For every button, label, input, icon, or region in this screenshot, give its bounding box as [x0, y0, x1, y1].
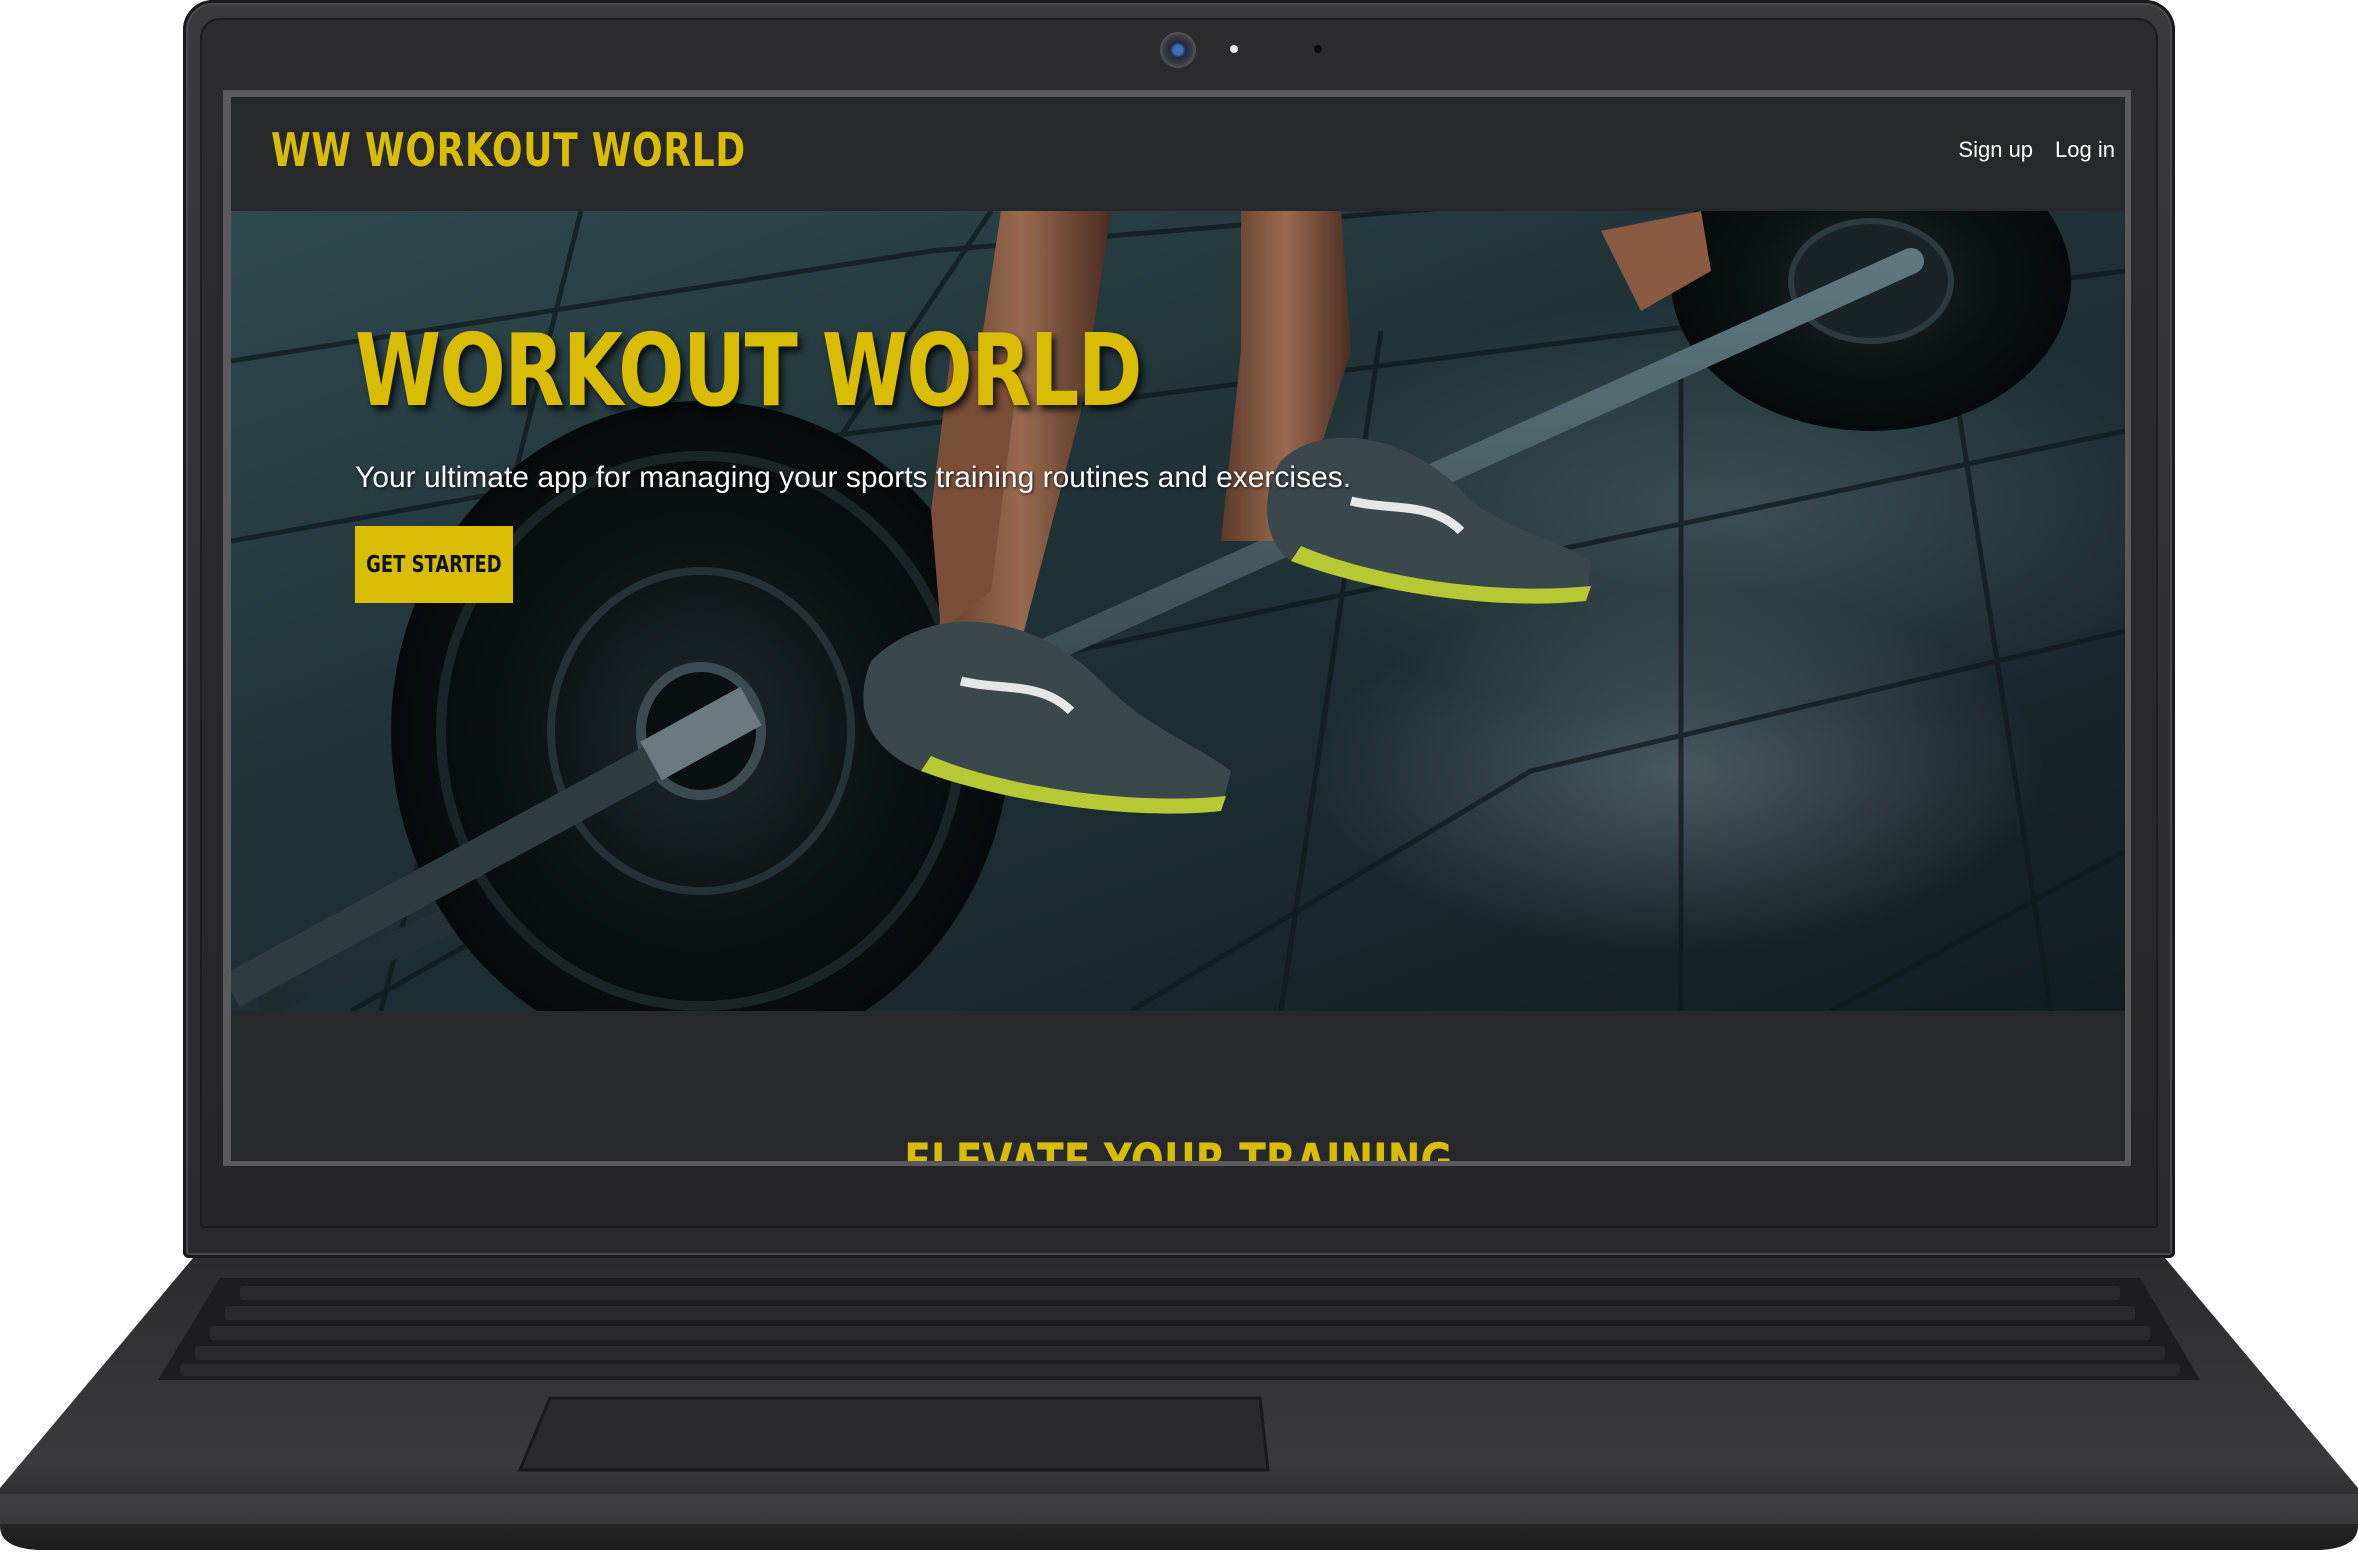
- section-heading: ELEVATE YOUR TRAINING: [231, 1137, 2125, 1161]
- hero-title: WORKOUT WORLD: [355, 312, 1142, 429]
- section-heading-text: ELEVATE YOUR TRAINING: [904, 1137, 1452, 1161]
- get-started-button[interactable]: GET STARTED: [355, 526, 513, 603]
- sensor-dot: [1314, 45, 1322, 53]
- nav-links: Sign up Log in: [1958, 137, 2115, 163]
- laptop-screen: WW WORKOUT WORLD Sign up Log in WORKOUT …: [231, 97, 2125, 1161]
- brand-logo[interactable]: WW WORKOUT WORLD: [271, 123, 746, 177]
- features-section: ELEVATE YOUR TRAINING: [231, 1011, 2125, 1161]
- signup-link[interactable]: Sign up: [1958, 137, 2033, 163]
- hero-section: WORKOUT WORLD Your ultimate app for mana…: [231, 211, 2125, 1011]
- laptop-base: [0, 1258, 2358, 1554]
- status-led: [1230, 45, 1238, 53]
- get-started-label: GET STARTED: [366, 551, 502, 578]
- hero-subtitle: Your ultimate app for managing your spor…: [355, 461, 1352, 494]
- navbar: WW WORKOUT WORLD Sign up Log in: [231, 97, 2125, 211]
- webcam-icon: [1160, 32, 1196, 68]
- login-link[interactable]: Log in: [2055, 137, 2115, 163]
